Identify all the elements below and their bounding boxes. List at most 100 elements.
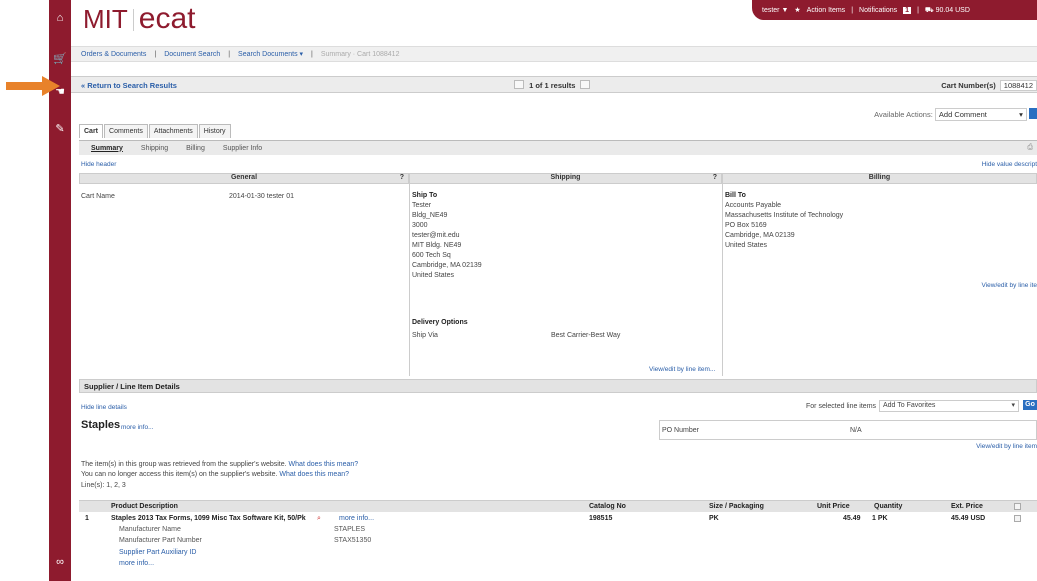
available-actions-go-button[interactable] [1029,108,1037,119]
supplier-name: Staples [81,419,121,431]
breadcrumb-orders-documents[interactable]: Orders & Documents [81,51,146,58]
po-number-box: PO Number N/A [659,420,1037,440]
line-numbers: Line(s): 1, 2, 3 [81,482,126,489]
col-ext-price: Ext. Price [951,503,983,510]
table-row: 1 Staples 2013 Tax Forms, 1099 Misc Tax … [79,513,1037,581]
star-icon: ★ [794,7,801,14]
ship-to-label: Ship To [412,192,438,199]
tab-history[interactable]: History [198,124,231,138]
subtab-summary[interactable]: Summary [91,145,123,152]
line-item-checkbox[interactable] [1014,515,1021,522]
line-action-go-button[interactable]: Go [1023,400,1037,410]
cart-subtabs: Summary Shipping Billing Supplier Info ⎙ [79,140,1037,155]
col-quantity: Quantity [874,503,903,510]
available-actions-select[interactable]: Add Comment ▾ [934,108,1027,121]
cart-total-link[interactable]: ⛟ 90.04 USD [925,6,970,15]
tab-attachments[interactable]: Attachments [148,124,198,138]
col-size-packaging: Size / Packaging [709,503,764,510]
view-edit-line-item-link[interactable]: View/edit by line item... [649,366,715,373]
item-more-info-link-2[interactable]: more info... [119,560,154,567]
line-action-select[interactable]: Add To Favorites ▾ [879,400,1019,412]
mfr-name-label: Manufacturer Name [119,526,181,533]
size-packaging: PK [709,515,719,522]
notifications-link[interactable]: Notifications [859,7,897,14]
notifications-badge: 1 [903,6,912,14]
billing-view-edit-link[interactable]: View/edit by line ite [981,282,1037,289]
user-menu[interactable]: tester ▼ [762,7,788,14]
binoculars-icon[interactable]: ∞ [49,556,71,568]
cart-icon[interactable]: 🛒 [49,52,71,65]
action-items-link[interactable]: Action Items [807,7,846,14]
search-results-bar: « Return to Search Results 1 of 1 result… [71,76,1037,93]
cart-total-value: 90.04 USD [935,6,970,14]
next-result-button[interactable] [580,80,591,89]
general-help-icon[interactable]: ? [400,174,404,181]
print-icon[interactable]: ⎙ [1027,144,1033,152]
bill-to-address: Accounts Payable Massachusetts Institute … [725,202,844,249]
subtab-billing[interactable]: Billing [186,145,205,152]
breadcrumb-document-search[interactable]: Document Search [164,51,220,58]
available-actions-label: Available Actions: [874,110,933,119]
hide-value-descriptions-link[interactable]: Hide value descript [982,161,1037,168]
subtab-supplier-info[interactable]: Supplier Info [223,145,262,152]
what-does-this-mean-link[interactable]: What does this mean? [289,461,359,468]
po-number-value: N/A [850,427,862,434]
supplier-more-info-link[interactable]: more info... [121,424,154,431]
bill-to-label: Bill To [725,192,746,199]
tab-cart[interactable]: Cart [79,124,104,138]
line-items-table-header: Product Description Catalog No Size / Pa… [79,500,1037,512]
binoculars-icon[interactable]: ⌕ [317,515,321,523]
item-more-info-link[interactable]: more info... [339,515,374,522]
supplier-view-edit-link[interactable]: View/edit by line item [976,443,1037,450]
page: ⌂ 🛒 ☚ ✎ ∞ MIT ecat tester ▼ ★ Action Item… [0,0,1037,581]
what-does-this-mean-link-2[interactable]: What does this mean? [279,471,349,478]
quantity: 1 PK [872,515,888,522]
catalog-no: 198515 [589,515,613,522]
supplier-aux-id-link[interactable]: Supplier Part Auxiliary ID [119,549,196,556]
billing-header: Billing [722,173,1037,184]
logo-mit: MIT [83,4,128,34]
col-catalog-no: Catalog No [589,503,626,510]
app-logo[interactable]: MIT ecat [83,2,195,36]
supplier-notice-1: The item(s) in this group was retrieved … [81,461,359,468]
available-actions: Available Actions: Add Comment ▾ [874,108,1037,121]
top-user-bar: tester ▼ ★ Action Items | Notifications … [752,0,1037,20]
cart-name-value: 2014-01-30 tester 01 [229,193,294,200]
col-product-description: Product Description [111,503,178,510]
divider [409,173,410,376]
edit-icon[interactable]: ✎ [49,122,71,135]
prev-result-button[interactable] [514,80,524,89]
divider [722,173,723,376]
breadcrumb: Orders & Documents | Document Search | S… [71,46,1037,62]
mfr-part-label: Manufacturer Part Number [119,537,202,544]
line-number: 1 [85,515,89,522]
delivery-options-label: Delivery Options [412,319,468,326]
cart-tabs: Cart Comments Attachments History [79,124,232,138]
orange-pointer-arrow-icon [6,76,60,96]
main-canvas: MIT ecat tester ▼ ★ Action Items | Notifi… [71,0,1037,581]
cart-number-field[interactable]: 1088412 [999,80,1037,91]
return-to-search-results-link[interactable]: « Return to Search Results [81,81,177,90]
product-description[interactable]: Staples 2013 Tax Forms, 1099 Misc Tax So… [111,515,306,522]
col-unit-price: Unit Price [817,503,850,510]
mfr-part-value: STAX51350 [334,537,372,544]
ext-price: 45.49 USD [951,515,986,522]
hide-header-link[interactable]: Hide header [81,161,116,168]
cart-number: Cart Number(s) 1088412 [941,80,1037,91]
tab-comments[interactable]: Comments [104,124,148,138]
subtab-shipping[interactable]: Shipping [141,145,168,152]
pager-label: 1 of 1 results [529,81,576,90]
breadcrumb-search-documents[interactable]: Search Documents ▾ [238,50,303,58]
shipping-header: Shipping? [409,173,722,184]
for-selected-label: For selected line items [806,403,877,410]
cart-name-label: Cart Name [81,193,115,200]
select-all-checkbox[interactable] [1014,503,1021,510]
general-header: General? [79,173,409,184]
breadcrumb-current: Summary · Cart 1088412 [320,50,400,58]
home-icon[interactable]: ⌂ [49,12,71,24]
po-number-label: PO Number [662,427,699,434]
supplier-notice-2: You can no longer access this item(s) on… [81,471,350,478]
shipping-help-icon[interactable]: ? [713,174,717,181]
ship-via-value: Best Carrier-Best Way [551,332,621,339]
hide-line-details-link[interactable]: Hide line details [81,404,127,411]
